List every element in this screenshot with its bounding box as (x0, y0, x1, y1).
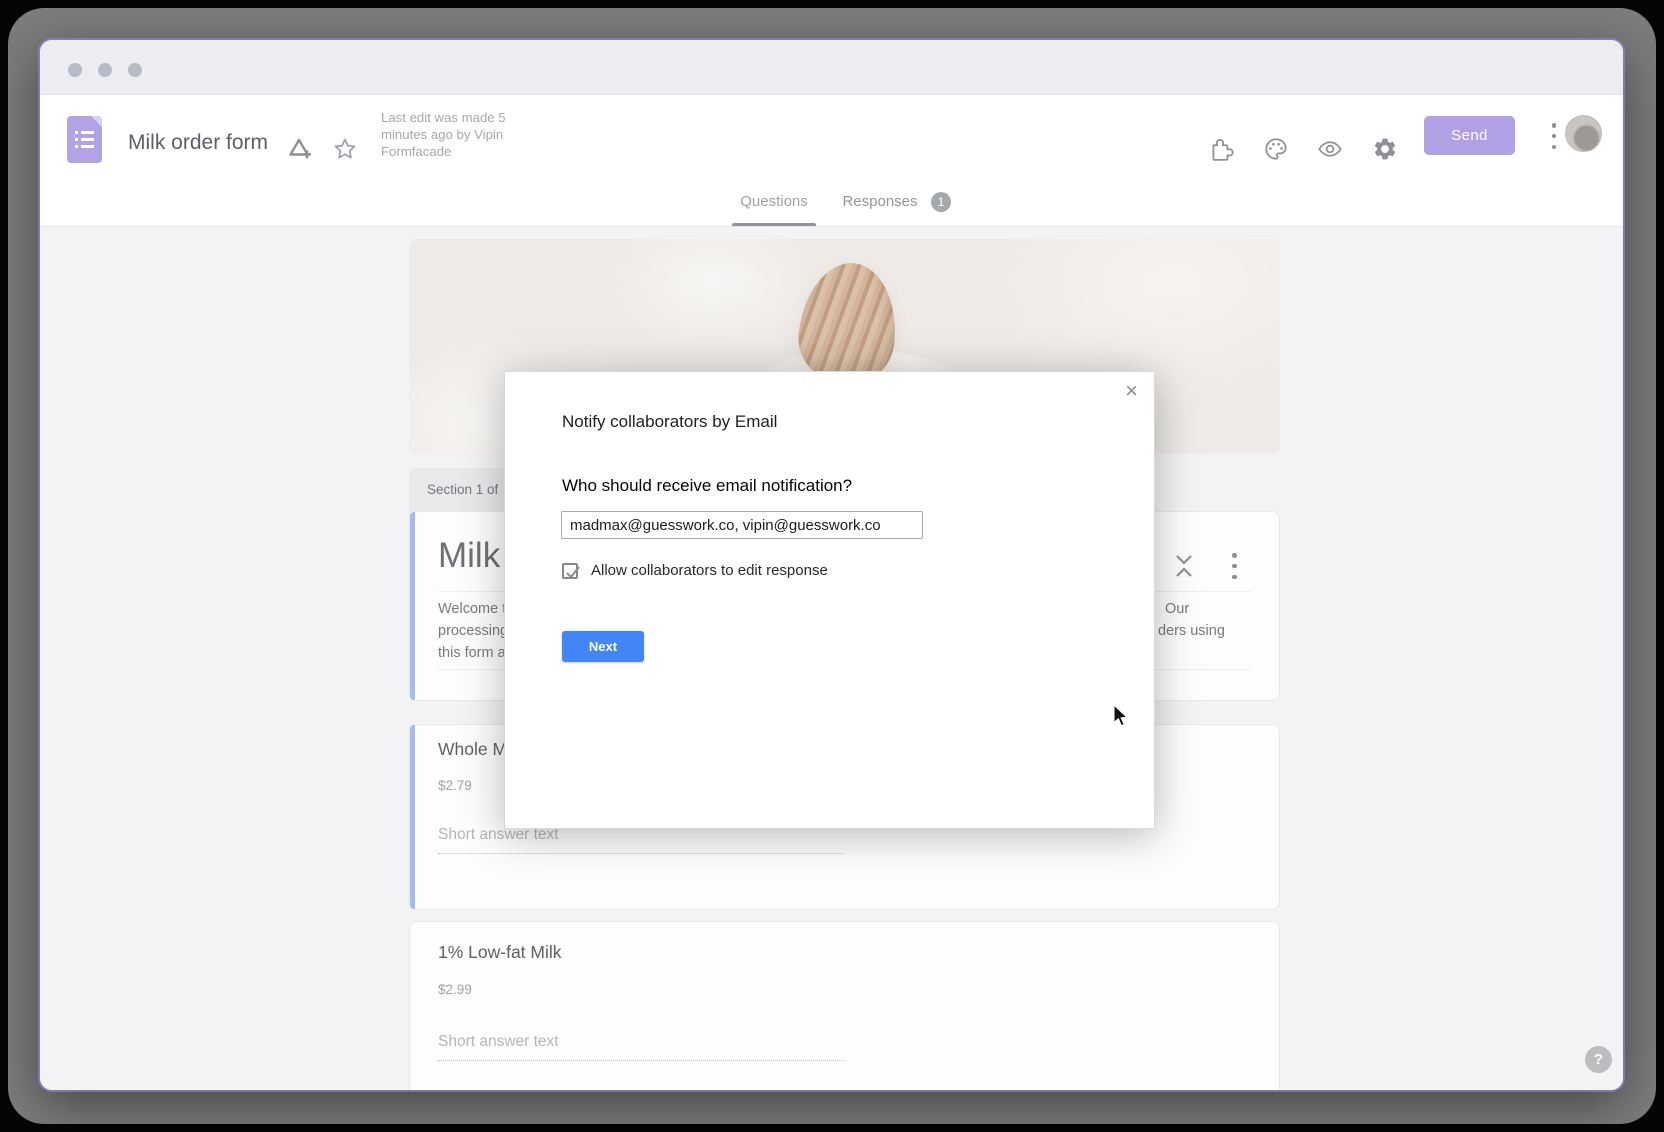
more-options-icon[interactable] (1550, 123, 1558, 149)
star-icon[interactable] (332, 136, 358, 162)
short-answer-placeholder: Short answer text (438, 1033, 559, 1051)
preview-eye-icon[interactable] (1317, 136, 1343, 162)
window-minimize-button[interactable] (98, 63, 112, 77)
tab-responses[interactable]: Responses (838, 193, 922, 210)
google-forms-logo-icon (67, 116, 102, 163)
help-button[interactable]: ? (1585, 1046, 1612, 1073)
answer-underline (438, 1060, 844, 1061)
dialog-title: Notify collaborators by Email (562, 412, 777, 432)
next-button[interactable]: Next (562, 631, 644, 662)
form-description-right: Our ders using (1158, 598, 1225, 642)
allow-edit-checkbox-label: Allow collaborators to edit response (591, 562, 828, 579)
window-zoom-button[interactable] (128, 63, 142, 77)
question-title: Whole Mi (438, 739, 511, 760)
send-button[interactable]: Send (1424, 116, 1515, 155)
allow-edit-checkbox-row: Allow collaborators to edit response (562, 562, 828, 579)
form-tabbar: Questions Responses 1 (40, 183, 1623, 226)
theme-palette-icon[interactable] (1263, 136, 1289, 162)
responses-count-badge: 1 (931, 192, 951, 212)
move-to-drive-icon[interactable] (286, 136, 312, 162)
allow-edit-checkbox[interactable] (562, 563, 578, 579)
question-card-lowfat-milk[interactable]: 1% Low-fat Milk $2.99 Short answer text (409, 921, 1280, 1090)
email-recipients-input[interactable] (561, 511, 923, 539)
card-more-options-icon[interactable] (1232, 553, 1237, 579)
question-price: $2.79 (438, 778, 472, 793)
selected-card-accent (410, 512, 415, 700)
add-ons-puzzle-icon[interactable] (1208, 136, 1234, 162)
browser-window: Milk order form Last edit was made 5 min… (40, 40, 1623, 1090)
app-header: Milk order form Last edit was made 5 min… (40, 95, 1623, 183)
selected-card-accent (410, 725, 415, 909)
dialog-question: Who should receive email notification? (562, 476, 852, 496)
settings-gear-icon[interactable] (1372, 136, 1398, 162)
answer-underline (438, 853, 844, 854)
user-avatar[interactable] (1565, 115, 1602, 152)
question-title: 1% Low-fat Milk (438, 942, 562, 963)
form-title-heading: Milk (438, 536, 500, 576)
notify-collaborators-dialog: × Notify collaborators by Email Who shou… (504, 371, 1155, 829)
last-edit-text: Last edit was made 5 minutes ago by Vipi… (381, 109, 551, 160)
form-description-left: Welcome t processing this form a (438, 598, 508, 664)
collapse-section-icon[interactable] (1173, 552, 1195, 580)
tab-questions[interactable]: Questions (736, 193, 812, 210)
window-close-button[interactable] (68, 63, 82, 77)
question-price: $2.99 (438, 982, 472, 997)
window-titlebar (40, 40, 1623, 95)
close-icon[interactable]: × (1125, 380, 1138, 402)
form-title[interactable]: Milk order form (128, 131, 268, 155)
